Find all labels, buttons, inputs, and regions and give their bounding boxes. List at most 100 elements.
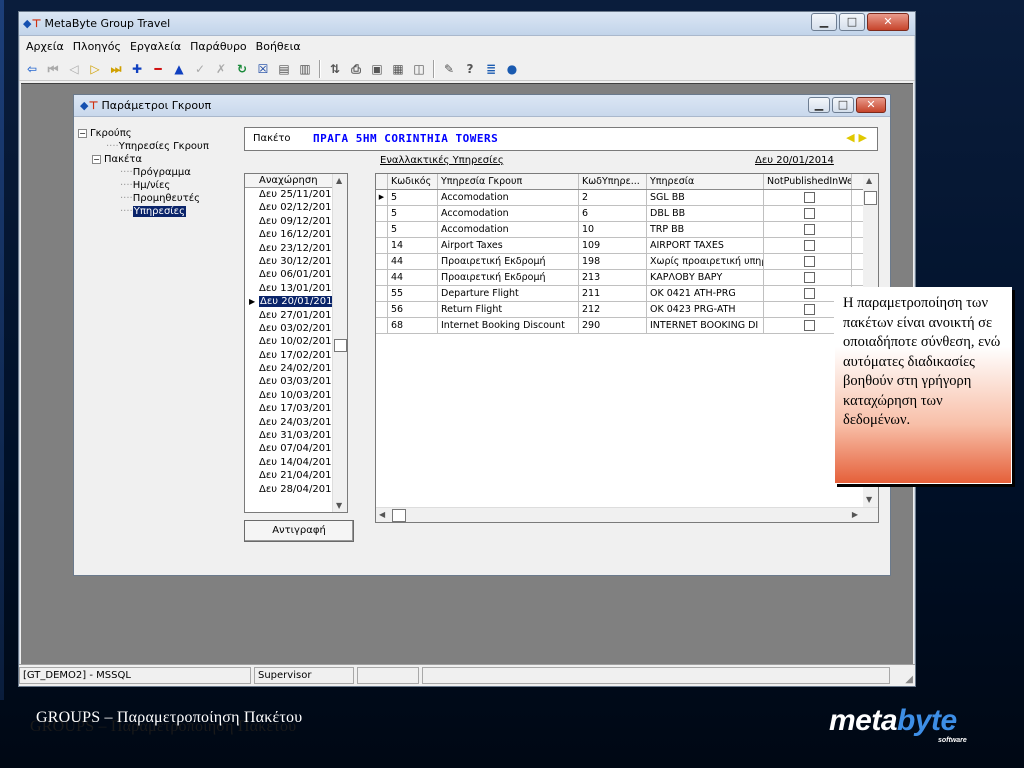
table-cell[interactable]: 14	[388, 238, 438, 253]
grid-column-header[interactable]: Κωδικός	[388, 174, 438, 189]
row-selector[interactable]	[376, 286, 388, 301]
menu-item[interactable]: Αρχεία	[23, 40, 70, 53]
row-selector[interactable]	[376, 302, 388, 317]
table-cell[interactable]: 109	[579, 238, 647, 253]
prev-package-icon[interactable]: ◀	[846, 131, 858, 144]
table-cell[interactable]: 56	[388, 302, 438, 317]
table-cell[interactable]: 5	[388, 222, 438, 237]
calculator-icon[interactable]: ▦	[389, 60, 407, 78]
grid-column-header[interactable]: NotPublishedInWeb	[764, 174, 852, 189]
clear-icon[interactable]: ☒	[254, 60, 272, 78]
tree-node[interactable]: − Γκρούπς	[76, 127, 232, 140]
table-row[interactable]: 5 Accomodation 10 TRP BB	[376, 222, 878, 238]
package-nav-arrows[interactable]: ◀▶	[846, 131, 871, 144]
scroll-up-icon[interactable]: ▲	[336, 176, 342, 185]
grid-scroll-up-icon[interactable]: ▲	[866, 176, 872, 185]
table-cell[interactable]: Internet Booking Discount	[438, 318, 579, 333]
table-row[interactable]: 44 Προαιρετική Εκδρομή 198 Χωρίς προαιρετικ…	[376, 254, 878, 270]
row-selector[interactable]	[376, 206, 388, 221]
table-cell[interactable]: Προαιρετική Εκδρομή	[438, 254, 579, 269]
tree-node[interactable]: ····Υπηρεσίες Γκρουπ	[76, 140, 232, 153]
menu-item[interactable]: Εργαλεία	[127, 40, 187, 53]
table-cell[interactable]: INTERNET BOOKING DI	[647, 318, 764, 333]
table-cell[interactable]: 213	[579, 270, 647, 285]
minimize-button[interactable]: ▁	[811, 13, 837, 31]
menu-item[interactable]: Βοήθεια	[253, 40, 307, 53]
table-row[interactable]: 68 Internet Booking Discount 290 INTERNET B…	[376, 318, 878, 334]
table-cell[interactable]: 2	[579, 190, 647, 205]
grid-vertical-thumb[interactable]	[864, 191, 877, 205]
tree-collapse-icon[interactable]: −	[78, 128, 87, 138]
grid-scroll-left-icon[interactable]: ◀	[379, 510, 385, 519]
import-icon[interactable]: ⇦	[23, 60, 41, 78]
not-published-checkbox[interactable]	[803, 239, 815, 251]
table-cell[interactable]: Προαιρετική Εκδρομή	[438, 270, 579, 285]
not-published-checkbox[interactable]	[803, 271, 815, 283]
departures-scroll-thumb[interactable]	[334, 339, 347, 352]
grid-horizontal-thumb[interactable]	[392, 509, 406, 522]
not-published-checkbox[interactable]	[803, 287, 815, 299]
add-icon[interactable]: ✚	[128, 60, 146, 78]
table-row[interactable]: 44 Προαιρετική Εκδρομή 213 ΚΑΡΛΟΒΥ ΒΑΡΥ	[376, 270, 878, 286]
table-cell[interactable]: 212	[579, 302, 647, 317]
table-cell[interactable]: AIRPORT TAXES	[647, 238, 764, 253]
row-selector[interactable]	[376, 238, 388, 253]
not-published-checkbox[interactable]	[803, 319, 815, 331]
row-pointer-icon[interactable]: ▶	[376, 190, 388, 205]
table-cell[interactable]: Departure Flight	[438, 286, 579, 301]
grid-column-header[interactable]: Υπηρεσία	[647, 174, 764, 189]
tree-node[interactable]: ····Ημ/νίες	[76, 179, 232, 192]
tools-icon[interactable]: ✎	[440, 60, 458, 78]
child-maximize-button[interactable]: □	[832, 97, 854, 113]
notes-icon[interactable]: ≣	[482, 60, 500, 78]
table-cell[interactable]: 44	[388, 254, 438, 269]
table-row[interactable]: 56 Return Flight 212 OK 0423 PRG-ATH	[376, 302, 878, 318]
grid-column-header[interactable]: ΚωδΥπηρε...	[579, 174, 647, 189]
refresh-icon[interactable]: ↻	[233, 60, 251, 78]
table-cell[interactable]: Return Flight	[438, 302, 579, 317]
table-cell[interactable]: OK 0423 PRG-ATH	[647, 302, 764, 317]
table-cell[interactable]: 211	[579, 286, 647, 301]
menu-item[interactable]: Πλοηγός	[70, 40, 127, 53]
resize-grip-icon[interactable]: ◢	[905, 674, 913, 685]
table-row[interactable]: 55 Departure Flight 211 OK 0421 ATH-PRG	[376, 286, 878, 302]
report-icon[interactable]: ◫	[410, 60, 428, 78]
cancel-icon[interactable]: ✗	[212, 60, 230, 78]
filter-clear-icon[interactable]: ▥	[296, 60, 314, 78]
table-row[interactable]: 14 Airport Taxes 109 AIRPORT TAXES	[376, 238, 878, 254]
table-cell[interactable]: 5	[388, 190, 438, 205]
child-minimize-button[interactable]: ▁	[808, 97, 830, 113]
table-cell[interactable]: ΚΑΡΛΟΒΥ ΒΑΡΥ	[647, 270, 764, 285]
delete-icon[interactable]: ━	[149, 60, 167, 78]
table-cell[interactable]: Airport Taxes	[438, 238, 579, 253]
grid-scroll-down-icon[interactable]: ▼	[866, 495, 872, 504]
table-row[interactable]: ▶ 5 Accomodation 2 SGL BB	[376, 190, 878, 206]
table-cell[interactable]: Accomodation	[438, 222, 579, 237]
departures-scrollbar[interactable]: ▲ ▼	[332, 174, 347, 512]
tree-node[interactable]: − Πακέτα	[76, 153, 232, 166]
table-cell[interactable]: 5	[388, 206, 438, 221]
confirm-icon[interactable]: ✓	[191, 60, 209, 78]
row-selector[interactable]	[376, 254, 388, 269]
table-cell[interactable]: 44	[388, 270, 438, 285]
table-cell[interactable]: Χωρίς προαιρετική υπηρ	[647, 254, 764, 269]
globe-icon[interactable]: ●	[503, 60, 521, 78]
tree-node[interactable]: ····Υπηρεσίες	[76, 205, 232, 218]
preview-icon[interactable]: ▣	[368, 60, 386, 78]
tree-collapse-icon[interactable]: −	[92, 154, 101, 164]
maximize-button[interactable]: □	[839, 13, 865, 31]
table-cell[interactable]: DBL BB	[647, 206, 764, 221]
grid-scroll-right-icon[interactable]: ▶	[852, 510, 858, 519]
close-button[interactable]: ✕	[867, 13, 909, 31]
prev-icon[interactable]: ◁	[65, 60, 83, 78]
grid-horizontal-scrollbar[interactable]: ◀ ▶	[376, 507, 878, 522]
first-icon[interactable]: ⏮	[44, 60, 62, 78]
tree-node[interactable]: ····Πρόγραμμα	[76, 166, 232, 179]
print-icon[interactable]: ⎙	[347, 60, 365, 78]
table-cell[interactable]: 55	[388, 286, 438, 301]
last-icon[interactable]: ⏭	[107, 60, 125, 78]
row-selector[interactable]	[376, 222, 388, 237]
row-selector[interactable]	[376, 318, 388, 333]
not-published-checkbox[interactable]	[803, 191, 815, 203]
not-published-checkbox[interactable]	[803, 223, 815, 235]
